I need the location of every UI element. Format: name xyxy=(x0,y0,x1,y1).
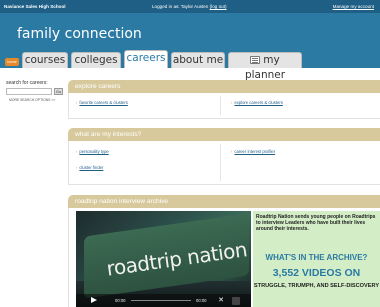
personality-type-link[interactable]: › personality type xyxy=(76,149,109,154)
volume-icon[interactable] xyxy=(232,297,240,305)
search-row: Go xyxy=(6,88,63,95)
cluster-finder-label: cluster finder xyxy=(79,165,104,170)
career-search-input[interactable] xyxy=(6,88,52,95)
sidebar: search for careers: Go MORE SEARCH OPTIO… xyxy=(6,80,66,102)
main-nav: home courses colleges careers about me m… xyxy=(0,49,380,81)
interests-panel: › personality type › career interest profi… xyxy=(68,141,380,185)
favorite-careers-label: favorite careers & clusters xyxy=(79,100,128,105)
arrow-icon: › xyxy=(231,149,233,154)
panel-divider xyxy=(220,96,221,115)
arrow-icon: › xyxy=(76,165,78,170)
more-search-options-link[interactable]: MORE SEARCH OPTIONS >> xyxy=(9,98,55,102)
promo-headline: WHAT'S IN THE ARCHIVE? xyxy=(265,253,368,262)
manage-account-link[interactable]: Manage my account xyxy=(333,4,374,9)
arrow-icon: › xyxy=(76,100,78,105)
personality-type-label: personality type xyxy=(79,149,109,154)
tab-about-me[interactable]: about me xyxy=(171,52,225,68)
planner-icon xyxy=(250,56,261,64)
top-bar: Naviance Sales High School Logged in as:… xyxy=(0,0,380,13)
explore-careers-label: explore careers & clusters xyxy=(234,100,283,105)
school-name: Naviance Sales High School xyxy=(4,4,66,9)
login-user-text: Logged in as: Taylor Austen xyxy=(152,4,209,9)
arrow-icon: › xyxy=(231,100,233,105)
panel-divider xyxy=(220,144,221,181)
archive-promo: Roadtrip Nation sends young people on Ro… xyxy=(253,211,380,307)
tab-careers[interactable]: careers xyxy=(124,50,168,68)
play-icon[interactable] xyxy=(91,297,97,303)
explore-careers-panel: › favorite careers & clusters › explore ca… xyxy=(68,93,380,119)
career-interest-profiler-label: career interest profiler xyxy=(234,149,276,154)
video-progress-bar[interactable] xyxy=(131,300,191,301)
fullscreen-icon[interactable]: ✕ xyxy=(217,297,225,305)
video-player[interactable]: roadtrip nation 00:00 00:00 ✕ xyxy=(76,211,251,307)
arrow-icon: › xyxy=(76,149,78,154)
search-label: search for careers: xyxy=(6,80,48,86)
login-status: Logged in as: Taylor Austen (log out) xyxy=(152,4,227,9)
logout-link[interactable]: (log out) xyxy=(210,4,227,9)
archive-header: roadtrip nation interview archive xyxy=(68,195,380,208)
explore-careers-link[interactable]: › explore careers & clusters xyxy=(231,100,283,105)
home-tab[interactable]: home xyxy=(5,58,19,66)
promo-count: 3,552 VIDEOS ON xyxy=(272,267,361,279)
career-interest-profiler-link[interactable]: › career interest profiler xyxy=(231,149,275,154)
tab-courses[interactable]: courses xyxy=(22,52,68,68)
video-controls: 00:00 00:00 ✕ xyxy=(76,294,251,307)
promo-topics: STRUGGLE, TRIUMPH, AND SELF-DISCOVERY xyxy=(253,283,380,289)
favorite-careers-link[interactable]: › favorite careers & clusters xyxy=(76,100,128,105)
video-total-time: 00:00 xyxy=(196,298,207,303)
promo-text: Roadtrip Nation sends young people on Ro… xyxy=(256,214,376,233)
brand-title: family connection xyxy=(17,26,142,42)
video-current-time: 00:00 xyxy=(115,298,126,303)
tab-colleges[interactable]: colleges xyxy=(71,52,121,68)
interests-header: what are my interests? xyxy=(68,128,380,141)
search-go-button[interactable]: Go xyxy=(54,88,63,95)
tab-my-planner[interactable]: my planner xyxy=(228,52,302,81)
explore-careers-header: explore careers xyxy=(68,80,380,93)
cluster-finder-link[interactable]: › cluster finder xyxy=(76,165,103,170)
